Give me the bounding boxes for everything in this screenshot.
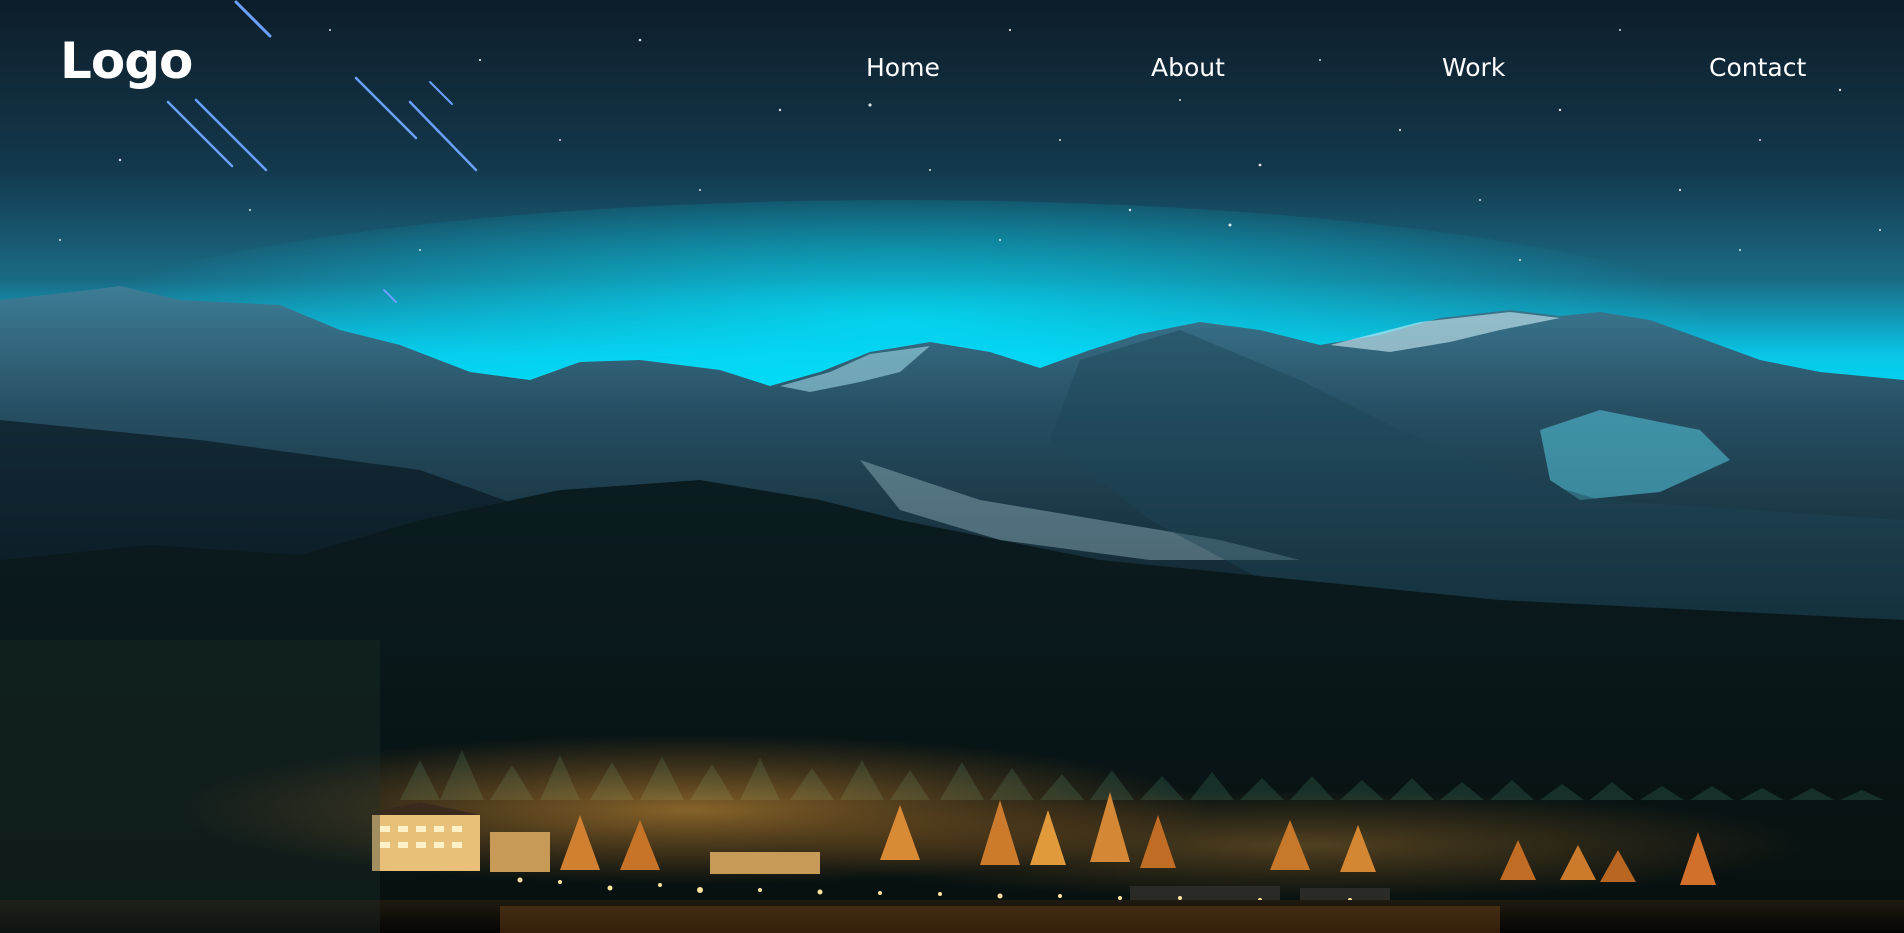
nav-link-work[interactable]: Work <box>1442 52 1505 84</box>
top-navigation-bar: Logo Home About Work Contact <box>0 0 1904 140</box>
nav-link-contact[interactable]: Contact <box>1709 52 1806 84</box>
nav-link-about[interactable]: About <box>1151 52 1225 84</box>
hero-section: Logo Home About Work Contact <box>0 0 1904 933</box>
nav-link-home[interactable]: Home <box>866 52 940 84</box>
main-nav: Home About Work Contact <box>0 52 1904 88</box>
